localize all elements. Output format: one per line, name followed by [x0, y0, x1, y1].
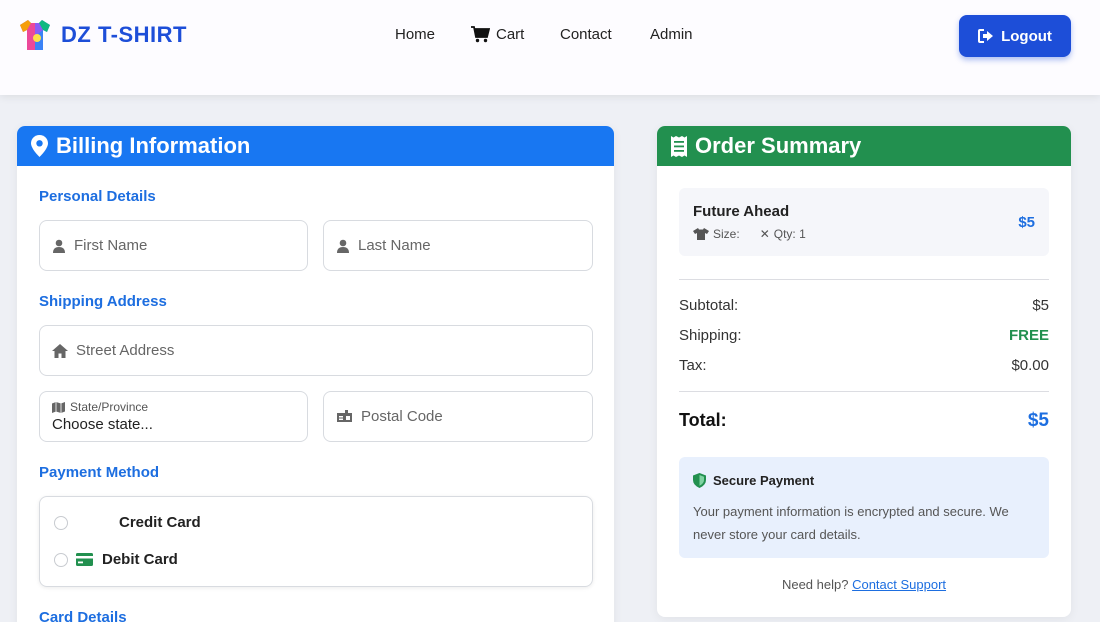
total-row: Total: $5 — [679, 410, 1049, 432]
total-label: Total: — [679, 410, 727, 430]
street-address-placeholder: Street Address — [76, 342, 175, 359]
nav-admin[interactable]: Admin — [650, 26, 693, 43]
home-icon — [52, 343, 68, 358]
nav-cart-label: Cart — [496, 26, 525, 43]
tshirt-icon — [693, 228, 709, 240]
debit-card-radio[interactable] — [54, 552, 68, 567]
nav-home[interactable]: Home — [395, 26, 435, 43]
credit-card-label: Credit Card — [119, 514, 201, 531]
tax-row: Tax: $0.00 — [679, 357, 1049, 374]
contact-support-link[interactable]: Contact Support — [852, 577, 946, 592]
mailbox-icon — [337, 409, 352, 422]
shipping-address-title: Shipping Address — [39, 293, 167, 310]
item-meta: Size: ✕ Qty: 1 — [693, 227, 806, 241]
map-icon — [52, 401, 65, 413]
logout-icon — [978, 29, 994, 43]
shipping-row: Shipping: FREE — [679, 327, 1049, 344]
shipping-value: FREE — [1008, 327, 1049, 344]
tax-value: $0.00 — [1011, 357, 1049, 374]
total-value: $5 — [1027, 410, 1049, 431]
credit-card-icon — [76, 553, 93, 566]
payment-method-box: Credit Card Debit Card — [39, 496, 593, 587]
item-price: $5 — [1018, 214, 1035, 231]
personal-details-title: Personal Details — [39, 188, 156, 205]
cart-icon — [471, 26, 490, 43]
summary-title: Order Summary — [695, 133, 862, 158]
user-icon — [53, 239, 65, 253]
state-select[interactable]: State/Province Choose state... — [39, 391, 308, 442]
billing-title: Billing Information — [56, 133, 251, 158]
card-details-title: Card Details — [39, 609, 127, 622]
last-name-field[interactable]: Last Name — [323, 220, 593, 271]
state-label-text: State/Province — [70, 400, 149, 414]
credit-card-option[interactable]: Credit Card — [54, 514, 201, 531]
first-name-placeholder: First Name — [74, 237, 148, 254]
help-prefix: Need help? — [781, 577, 849, 592]
close-icon: ✕ — [759, 227, 770, 241]
order-summary-card: Order Summary Future Ahead Size: ✕ Qty: … — [657, 126, 1071, 617]
subtotal-label: Subtotal: — [679, 297, 739, 314]
user-icon — [337, 239, 349, 253]
debit-card-option[interactable]: Debit Card — [54, 551, 178, 568]
item-name: Future Ahead — [693, 203, 790, 220]
last-name-placeholder: Last Name — [358, 237, 431, 254]
debit-card-label: Debit Card — [102, 551, 178, 568]
payment-method-title: Payment Method — [39, 464, 160, 481]
subtotal-row: Subtotal: $5 — [679, 297, 1049, 314]
divider — [679, 391, 1049, 392]
map-pin-icon — [31, 135, 48, 157]
first-name-field[interactable]: First Name — [39, 220, 308, 271]
summary-header: Order Summary — [657, 126, 1071, 166]
secure-payment-box: Secure Payment Your payment information … — [679, 457, 1049, 558]
receipt-icon — [671, 135, 687, 157]
tax-label: Tax: — [679, 357, 707, 374]
nav-contact[interactable]: Contact — [560, 26, 612, 43]
divider — [679, 279, 1049, 280]
billing-card: Billing Information Personal Details Fir… — [17, 126, 614, 622]
item-qty: Qty: 1 — [773, 227, 806, 241]
help-text: Need help? Contact Support — [657, 577, 1071, 592]
logout-button[interactable]: Logout — [959, 15, 1071, 57]
navbar: DZ T-SHIRT Home Cart Contact Admin Logou… — [0, 0, 1100, 95]
shield-icon — [693, 473, 706, 488]
secure-title-text: Secure Payment — [713, 473, 815, 488]
order-item: Future Ahead Size: ✕ Qty: 1 $5 — [679, 188, 1049, 256]
nav-cart[interactable]: Cart — [471, 26, 524, 43]
secure-payment-title: Secure Payment — [693, 473, 1035, 488]
street-address-field[interactable]: Street Address — [39, 325, 593, 376]
postal-code-placeholder: Postal Code — [361, 408, 443, 425]
secure-payment-text: Your payment information is encrypted an… — [693, 504, 1009, 542]
state-value: Choose state... — [52, 416, 153, 433]
logout-label: Logout — [1001, 27, 1052, 45]
item-size-label: Size: — [713, 227, 740, 241]
postal-code-field[interactable]: Postal Code — [323, 391, 593, 442]
subtotal-value: $5 — [1032, 297, 1049, 314]
nav-links: Home Cart Contact Admin — [0, 26, 1100, 46]
shipping-label: Shipping: — [679, 327, 742, 344]
billing-header: Billing Information — [17, 126, 614, 166]
credit-card-radio[interactable] — [54, 515, 68, 530]
state-label: State/Province — [52, 400, 148, 414]
